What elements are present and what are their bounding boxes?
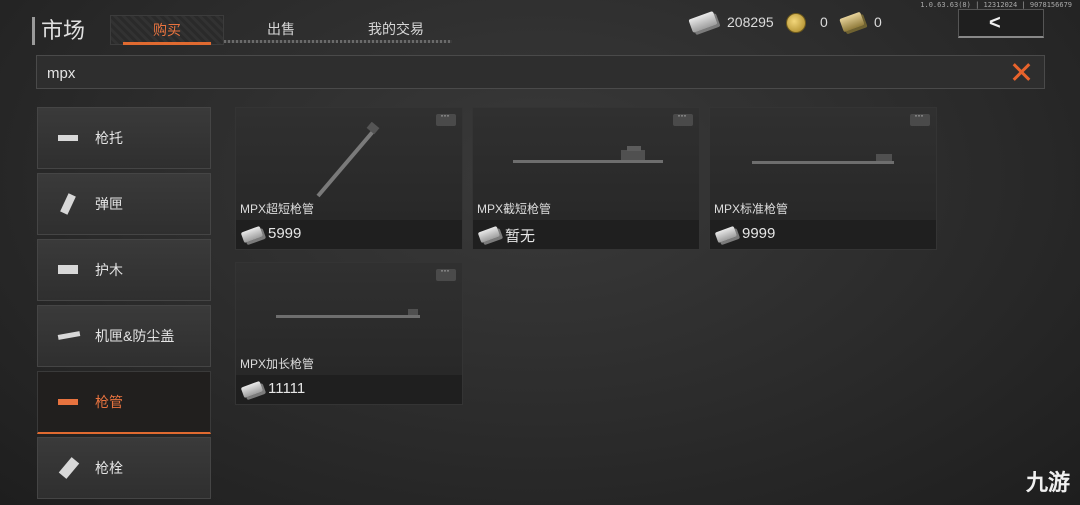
- item-name: MPX超短枪管: [240, 202, 315, 216]
- handguard-icon: [58, 265, 78, 274]
- cash-icon: [688, 10, 718, 34]
- item-card[interactable]: MPX加长枪管 11111: [235, 262, 463, 405]
- item-image-barrel: [513, 146, 663, 163]
- tab-my-trades-label: 我的交易: [368, 21, 424, 37]
- item-name: MPX标准枪管: [714, 202, 789, 216]
- item-card[interactable]: MPX标准枪管 9999: [709, 107, 937, 250]
- sidebar-item-label: 枪托: [95, 130, 123, 146]
- item-price: 11111: [268, 380, 306, 397]
- more-options-icon[interactable]: [436, 263, 456, 281]
- sidebar-item-label: 机匣&防尘盖: [95, 328, 175, 344]
- search-input[interactable]: [45, 62, 949, 84]
- cash-icon: [714, 225, 738, 244]
- barrel-icon: [58, 399, 78, 405]
- coin-balance: 0: [820, 14, 828, 30]
- sidebar-item-label: 枪栓: [95, 460, 123, 476]
- price-row: 暂无: [473, 220, 699, 249]
- back-arrow-icon: <: [989, 12, 1001, 34]
- price-row: 5999: [236, 220, 462, 249]
- item-price: 5999: [268, 225, 302, 242]
- more-options-icon[interactable]: [910, 108, 930, 126]
- back-button[interactable]: <: [958, 9, 1044, 38]
- sidebar-item-bolt[interactable]: 枪栓: [37, 437, 211, 499]
- bolt-icon: [58, 457, 80, 479]
- cash-icon: [240, 380, 264, 399]
- tab-my-trades[interactable]: 我的交易: [340, 15, 452, 43]
- tab-buy-label: 购买: [153, 22, 181, 38]
- item-image-barrel: [276, 309, 420, 318]
- receiver-icon: [57, 331, 81, 340]
- magazine-icon: [60, 193, 76, 215]
- sidebar-item-barrel[interactable]: 枪管: [37, 371, 211, 434]
- version-text: 1.0.63.63(8) | 12312024 | 9078156679: [920, 1, 1072, 9]
- sidebar-item-stock[interactable]: 枪托: [37, 107, 211, 169]
- cash-icon: [477, 225, 501, 244]
- watermark-logo: 九游: [1025, 470, 1070, 495]
- item-name: MPX加长枪管: [240, 357, 315, 371]
- search-bar: [36, 55, 1045, 89]
- price-row: 11111: [236, 375, 462, 404]
- bond-icon: [839, 11, 865, 33]
- price-row: 9999: [710, 220, 936, 249]
- tab-divider: [224, 40, 338, 43]
- tab-sell[interactable]: 出售: [224, 15, 338, 43]
- cash-balance: 208295: [727, 14, 774, 30]
- tab-buy[interactable]: 购买: [110, 15, 224, 45]
- item-image-barrel: [752, 154, 894, 164]
- stock-icon: [58, 135, 78, 141]
- item-price: 9999: [742, 225, 776, 242]
- more-options-icon[interactable]: [673, 108, 693, 126]
- cash-icon: [240, 225, 264, 244]
- sidebar-item-handguard[interactable]: 护木: [37, 239, 211, 301]
- more-options-icon[interactable]: [436, 108, 456, 126]
- sidebar-item-magazine[interactable]: 弹匣: [37, 173, 211, 235]
- item-image-barrel: [316, 122, 380, 198]
- item-name: MPX截短枪管: [477, 202, 552, 216]
- coin-icon: [786, 13, 806, 33]
- sidebar-item-label: 弹匣: [95, 196, 123, 212]
- item-price: 暂无: [505, 228, 536, 245]
- page-title: 市场: [32, 17, 85, 45]
- bond-balance: 0: [874, 14, 882, 30]
- sidebar-item-label: 护木: [95, 262, 123, 278]
- tab-sell-label: 出售: [267, 21, 295, 37]
- close-icon[interactable]: [1008, 59, 1034, 85]
- tab-divider: [340, 40, 452, 43]
- item-card[interactable]: MPX截短枪管 暂无: [472, 107, 700, 250]
- sidebar-item-receiver[interactable]: 机匣&防尘盖: [37, 305, 211, 367]
- sidebar-item-label: 枪管: [95, 394, 123, 410]
- tab-active-indicator: [123, 42, 211, 45]
- item-card[interactable]: MPX超短枪管 5999: [235, 107, 463, 250]
